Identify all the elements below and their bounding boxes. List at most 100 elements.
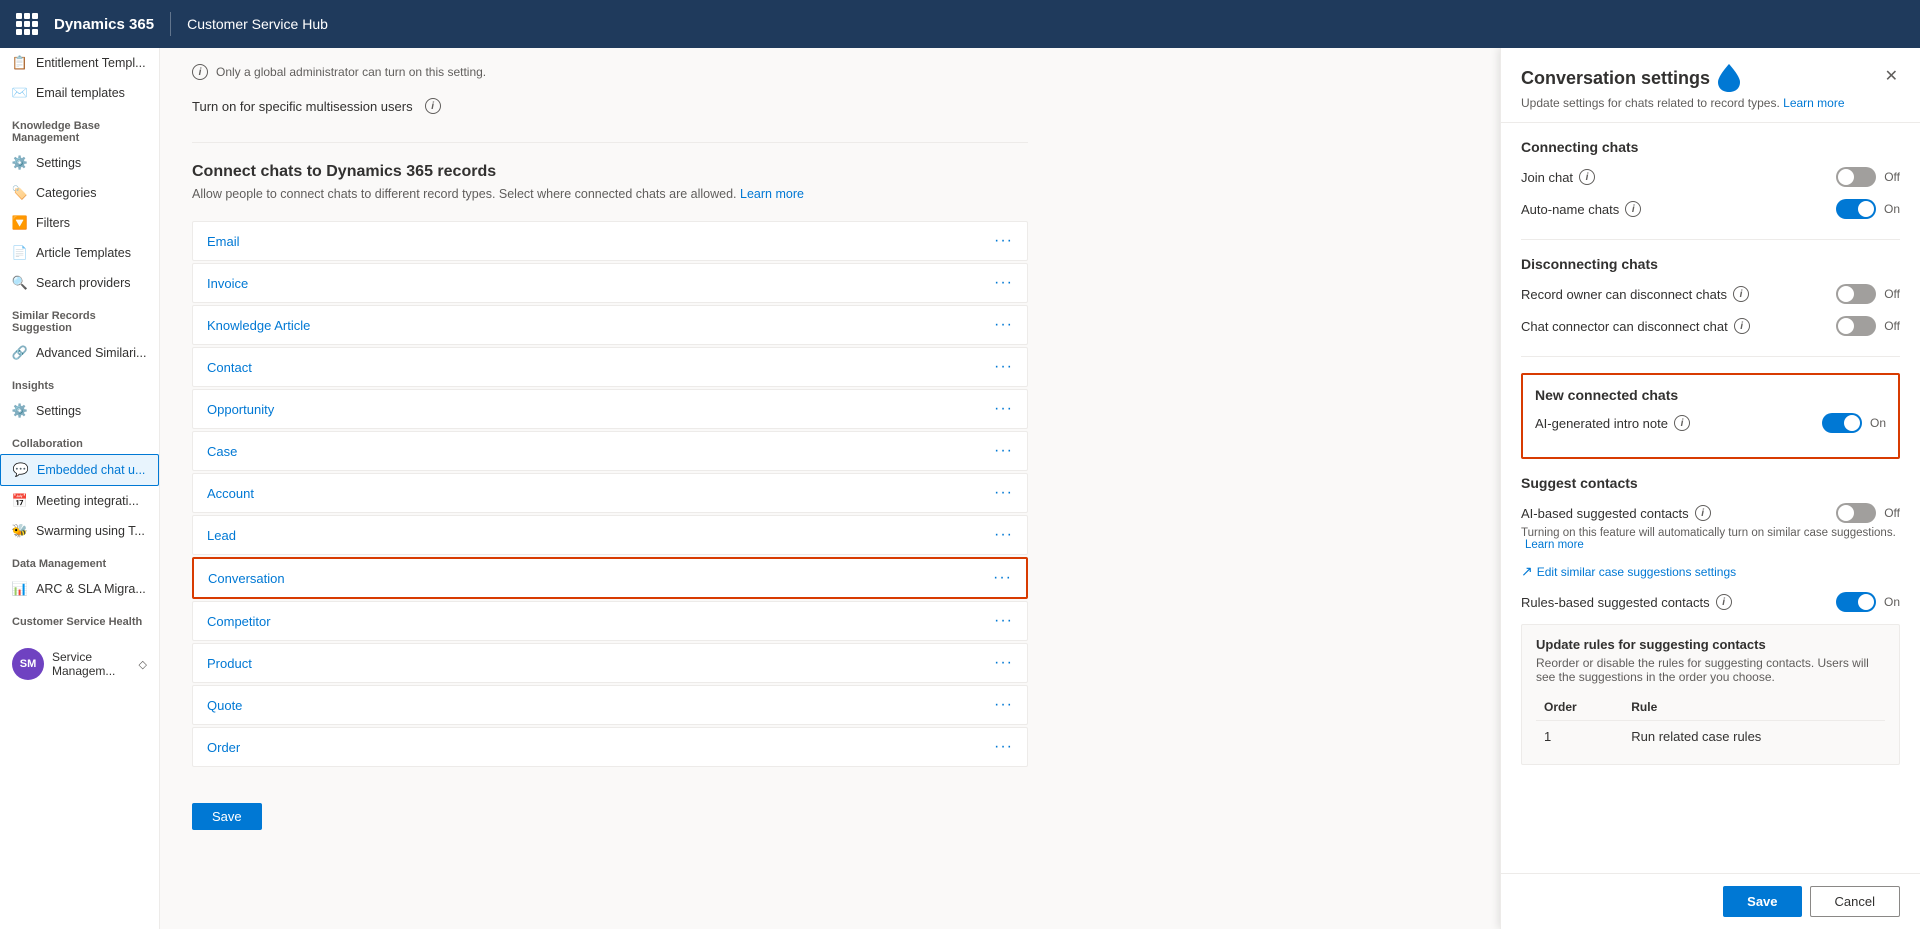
record-item: Competitor ··· [192, 601, 1028, 641]
chat-connector-toggle[interactable] [1836, 316, 1876, 336]
record-name-conversation[interactable]: Conversation [208, 571, 285, 586]
record-name-quote[interactable]: Quote [207, 698, 242, 713]
sidebar-item-label: ARC & SLA Migra... [36, 582, 146, 596]
sidebar-item-categories[interactable]: 🏷️ Categories [0, 178, 159, 208]
sidebar-item-label: Advanced Similari... [36, 346, 146, 360]
sidebar-item-label: Article Templates [36, 246, 131, 260]
sidebar-section-collaboration: Collaboration [0, 426, 159, 454]
sidebar-item-filters[interactable]: 🔽 Filters [0, 208, 159, 238]
admin-notice-text: Only a global administrator can turn on … [216, 65, 486, 79]
record-name-invoice[interactable]: Invoice [207, 276, 248, 291]
ai-based-toggle[interactable] [1836, 503, 1876, 523]
panel-save-button[interactable]: Save [1723, 886, 1801, 917]
connecting-separator [1521, 239, 1900, 240]
admin-info-icon: i [192, 64, 208, 80]
panel-cancel-button[interactable]: Cancel [1810, 886, 1900, 917]
record-name-account[interactable]: Account [207, 486, 254, 501]
record-menu-account[interactable]: ··· [994, 484, 1013, 502]
record-item: Knowledge Article ··· [192, 305, 1028, 345]
sidebar-item-label: Settings [36, 404, 81, 418]
join-chat-toggle-right: Off [1836, 167, 1900, 187]
order-header: Order [1536, 694, 1623, 721]
rules-based-toggle-right: On [1836, 592, 1900, 612]
record-name-email[interactable]: Email [207, 234, 240, 249]
record-item: Invoice ··· [192, 263, 1028, 303]
record-owner-status: Off [1884, 287, 1900, 301]
rules-based-toggle[interactable] [1836, 592, 1876, 612]
sidebar-item-advanced-similar[interactable]: 🔗 Advanced Similari... [0, 338, 159, 368]
ai-intro-note-row: AI-generated intro note i On [1535, 413, 1886, 433]
save-button[interactable]: Save [192, 803, 262, 830]
record-menu-conversation[interactable]: ··· [993, 569, 1012, 587]
record-name-opportunity[interactable]: Opportunity [207, 402, 274, 417]
sidebar-item-insights-settings[interactable]: ⚙️ Settings [0, 396, 159, 426]
record-menu-competitor[interactable]: ··· [994, 612, 1013, 630]
record-owner-slider [1836, 284, 1876, 304]
record-name-case[interactable]: Case [207, 444, 237, 459]
ai-intro-toggle[interactable] [1822, 413, 1862, 433]
sidebar-item-embedded-chat[interactable]: 💬 Embedded chat u... [0, 454, 159, 486]
topbar-divider [170, 12, 171, 36]
sidebar-item-label: Swarming using T... [36, 524, 145, 538]
edit-similar-case-link[interactable]: ↗ Edit similar case suggestions settings [1521, 563, 1900, 580]
sidebar-item-email-templates[interactable]: ✉️ Email templates [0, 78, 159, 108]
record-item: Account ··· [192, 473, 1028, 513]
ai-based-toggle-right: Off [1836, 503, 1900, 523]
sidebar-item-kb-settings[interactable]: ⚙️ Settings [0, 148, 159, 178]
auto-name-slider [1836, 199, 1876, 219]
record-name-product[interactable]: Product [207, 656, 252, 671]
panel-learn-more-link[interactable]: Learn more [1783, 96, 1844, 110]
record-menu-contact[interactable]: ··· [994, 358, 1013, 376]
settings-icon: ⚙️ [12, 155, 28, 171]
connect-desc-text: Allow people to connect chats to differe… [192, 187, 737, 201]
record-menu-case[interactable]: ··· [994, 442, 1013, 460]
record-owner-toggle[interactable] [1836, 284, 1876, 304]
sidebar-item-swarming[interactable]: 🐝 Swarming using T... [0, 516, 159, 546]
connect-learn-more-link[interactable]: Learn more [740, 187, 804, 201]
record-menu-quote[interactable]: ··· [994, 696, 1013, 714]
insights-settings-icon: ⚙️ [12, 403, 28, 419]
record-menu-opportunity[interactable]: ··· [994, 400, 1013, 418]
row-order: 1 [1536, 721, 1623, 753]
join-chat-status: Off [1884, 170, 1900, 184]
auto-name-toggle[interactable] [1836, 199, 1876, 219]
record-name-lead[interactable]: Lead [207, 528, 236, 543]
app-name: Customer Service Hub [187, 16, 328, 32]
ai-based-learn-more[interactable]: Learn more [1525, 539, 1584, 551]
update-rules-desc: Reorder or disable the rules for suggest… [1536, 656, 1885, 684]
sidebar-item-article-templates[interactable]: 📄 Article Templates [0, 238, 159, 268]
ai-based-row: AI-based suggested contacts i Off [1521, 503, 1900, 523]
sidebar-item-label: Settings [36, 156, 81, 170]
panel-close-button[interactable]: ✕ [1883, 64, 1900, 88]
sidebar-bottom: SM Service Managem... ◇ [0, 640, 159, 688]
sidebar-item-label: Meeting integrati... [36, 494, 139, 508]
sidebar-item-search-providers[interactable]: 🔍 Search providers [0, 268, 159, 298]
auto-name-chats-row: Auto-name chats i On [1521, 199, 1900, 219]
sidebar-item-entitlement[interactable]: 📋 Entitlement Templ... [0, 48, 159, 78]
record-owner-row: Record owner can disconnect chats i Off [1521, 284, 1900, 304]
record-name-knowledge-article[interactable]: Knowledge Article [207, 318, 310, 333]
sidebar-item-arc-sla[interactable]: 📊 ARC & SLA Migra... [0, 574, 159, 604]
join-chat-row: Join chat i Off [1521, 167, 1900, 187]
record-menu-invoice[interactable]: ··· [994, 274, 1013, 292]
brand-name: Dynamics 365 [54, 16, 154, 33]
record-name-contact[interactable]: Contact [207, 360, 252, 375]
join-chat-toggle[interactable] [1836, 167, 1876, 187]
rules-based-info-icon: i [1716, 594, 1732, 610]
main-content: i Only a global administrator can turn o… [160, 48, 1500, 929]
auto-name-info-icon: i [1625, 201, 1641, 217]
record-menu-lead[interactable]: ··· [994, 526, 1013, 544]
sidebar-item-meeting[interactable]: 📅 Meeting integrati... [0, 486, 159, 516]
record-menu-product[interactable]: ··· [994, 654, 1013, 672]
ai-intro-note-label: AI-generated intro note i [1535, 415, 1690, 431]
record-name-competitor[interactable]: Competitor [207, 614, 271, 629]
record-menu-order[interactable]: ··· [994, 738, 1013, 756]
swarming-icon: 🐝 [12, 523, 28, 539]
record-menu-email[interactable]: ··· [994, 232, 1013, 250]
sidebar: 📋 Entitlement Templ... ✉️ Email template… [0, 48, 160, 929]
sidebar-item-label: Categories [36, 186, 96, 200]
grid-menu-icon[interactable] [16, 13, 38, 35]
join-chat-label: Join chat i [1521, 169, 1595, 185]
record-menu-knowledge-article[interactable]: ··· [994, 316, 1013, 334]
record-name-order[interactable]: Order [207, 740, 240, 755]
